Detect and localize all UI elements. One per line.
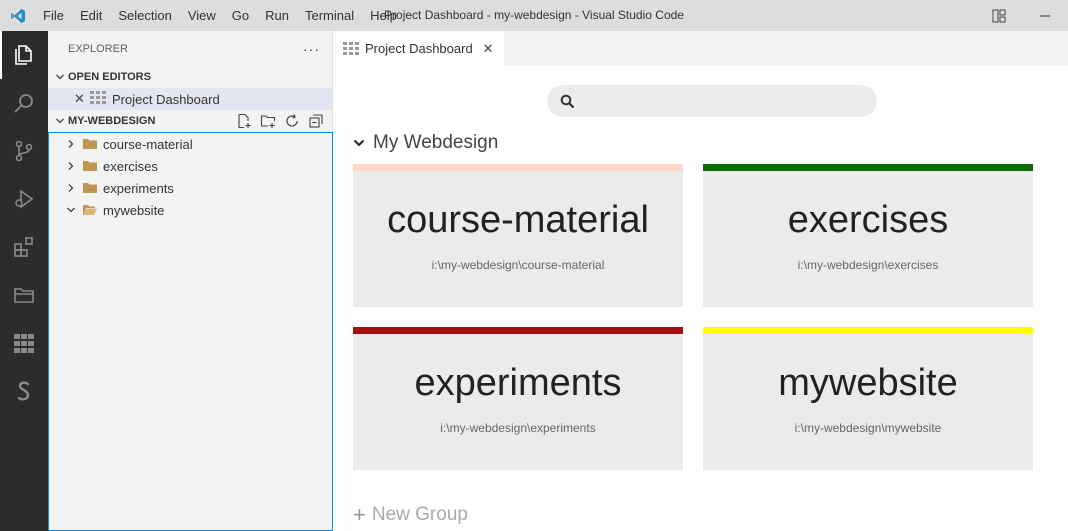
- project-name: mywebsite: [778, 362, 958, 404]
- explorer-title: EXPLORER: [68, 42, 128, 55]
- folder-open-icon: [83, 204, 97, 216]
- project-manager-icon[interactable]: [0, 271, 48, 319]
- menu-bar: File Edit Selection View Go Run Terminal…: [35, 0, 405, 31]
- dashboard-grid-icon[interactable]: [0, 319, 48, 367]
- folder-icon: [83, 182, 97, 194]
- dashboard-grid-icon: [90, 90, 106, 108]
- minimize-button[interactable]: [1022, 0, 1068, 31]
- open-editors-label: OPEN EDITORS: [68, 71, 151, 83]
- menu-view[interactable]: View: [180, 0, 224, 31]
- project-name: course-material: [387, 199, 649, 241]
- open-editor-item[interactable]: ✕ Project Dashboard: [48, 88, 332, 110]
- menu-go[interactable]: Go: [224, 0, 257, 31]
- chevron-right-icon: [63, 183, 79, 193]
- source-control-icon[interactable]: [0, 127, 48, 175]
- tree-item-label: experiments: [103, 180, 174, 196]
- dashboard-grid-icon: [343, 41, 359, 56]
- workspace-actions: [234, 110, 326, 132]
- project-path: i:\my-webdesign\mywebsite: [794, 421, 942, 435]
- search-input[interactable]: [583, 93, 863, 109]
- project-card-mywebsite[interactable]: mywebsite i:\my-webdesign\mywebsite: [703, 327, 1033, 470]
- workspace-label: MY-WEBDESIGN: [68, 115, 156, 127]
- tree-item-course-material[interactable]: course-material: [49, 133, 332, 155]
- chevron-right-icon: [63, 139, 79, 149]
- chevron-down-icon: [52, 116, 68, 126]
- new-group-button[interactable]: + New Group: [353, 502, 468, 527]
- file-tree: course-material exercises experiments my…: [48, 132, 333, 531]
- project-path: i:\my-webdesign\course-material: [431, 258, 605, 272]
- chevron-down-icon: [353, 138, 365, 148]
- tree-item-label: exercises: [103, 158, 158, 174]
- activity-bar: [0, 31, 48, 531]
- tab-label: Project Dashboard: [365, 41, 473, 56]
- layout-toggle-icon[interactable]: [976, 0, 1022, 31]
- new-group-label: New Group: [371, 504, 468, 525]
- menu-file[interactable]: File: [35, 0, 72, 31]
- project-card-experiments[interactable]: experiments i:\my-webdesign\experiments: [353, 327, 683, 470]
- tree-item-exercises[interactable]: exercises: [49, 155, 332, 177]
- project-card-course-material[interactable]: course-material i:\my-webdesign\course-m…: [353, 164, 683, 307]
- menu-terminal[interactable]: Terminal: [297, 0, 362, 31]
- refresh-icon[interactable]: [282, 111, 302, 131]
- project-name: exercises: [787, 199, 949, 241]
- new-file-icon[interactable]: [234, 111, 254, 131]
- tree-item-label: mywebsite: [103, 202, 165, 218]
- menu-help[interactable]: Help: [362, 0, 405, 31]
- folder-icon: [83, 138, 97, 150]
- explorer-sidebar: EXPLORER ··· OPEN EDITORS ✕ Project Dash…: [48, 31, 333, 531]
- project-name: experiments: [414, 362, 622, 404]
- menu-selection[interactable]: Selection: [110, 0, 179, 31]
- collapse-all-icon[interactable]: [306, 111, 326, 131]
- workspace-section: MY-WEBDESIGN: [48, 110, 332, 132]
- search-box: [547, 85, 877, 117]
- menu-edit[interactable]: Edit: [72, 0, 110, 31]
- tree-item-mywebsite[interactable]: mywebsite: [49, 199, 332, 221]
- search-icon[interactable]: [0, 79, 48, 127]
- tree-item-experiments[interactable]: experiments: [49, 177, 332, 199]
- group-header[interactable]: My Webdesign: [353, 130, 498, 156]
- group-title: My Webdesign: [373, 132, 499, 153]
- vscode-logo-icon: [0, 0, 35, 31]
- close-icon[interactable]: ✕: [74, 91, 88, 107]
- chevron-right-icon: [63, 161, 79, 171]
- run-debug-icon[interactable]: [0, 175, 48, 223]
- s-extension-icon[interactable]: [0, 367, 48, 415]
- tree-item-label: course-material: [103, 136, 193, 152]
- menu-run[interactable]: Run: [257, 0, 297, 31]
- close-icon[interactable]: ✕: [483, 41, 494, 57]
- editor-area: Project Dashboard ✕ My Webdesign course-…: [333, 31, 1068, 531]
- project-card-exercises[interactable]: exercises i:\my-webdesign\exercises: [703, 164, 1033, 307]
- project-path: i:\my-webdesign\experiments: [440, 421, 596, 435]
- tab-project-dashboard[interactable]: Project Dashboard ✕: [333, 31, 504, 66]
- chevron-down-icon: [52, 72, 68, 82]
- project-path: i:\my-webdesign\exercises: [797, 258, 939, 272]
- open-editors-header[interactable]: OPEN EDITORS: [48, 66, 332, 88]
- open-editor-label: Project Dashboard: [112, 91, 220, 107]
- tab-bar: Project Dashboard ✕: [333, 31, 1068, 66]
- more-actions-icon[interactable]: ···: [303, 41, 320, 57]
- chevron-down-icon: [63, 205, 79, 215]
- title-actions: [976, 0, 1068, 31]
- window-title: Project Dashboard - my-webdesign - Visua…: [384, 8, 684, 22]
- search-icon: [560, 94, 575, 109]
- explorer-icon[interactable]: [0, 31, 48, 79]
- extensions-icon[interactable]: [0, 223, 48, 271]
- title-bar: File Edit Selection View Go Run Terminal…: [0, 0, 1068, 31]
- plus-icon: +: [353, 502, 366, 527]
- new-folder-icon[interactable]: [258, 111, 278, 131]
- explorer-header: EXPLORER ···: [48, 31, 332, 66]
- folder-icon: [83, 160, 97, 172]
